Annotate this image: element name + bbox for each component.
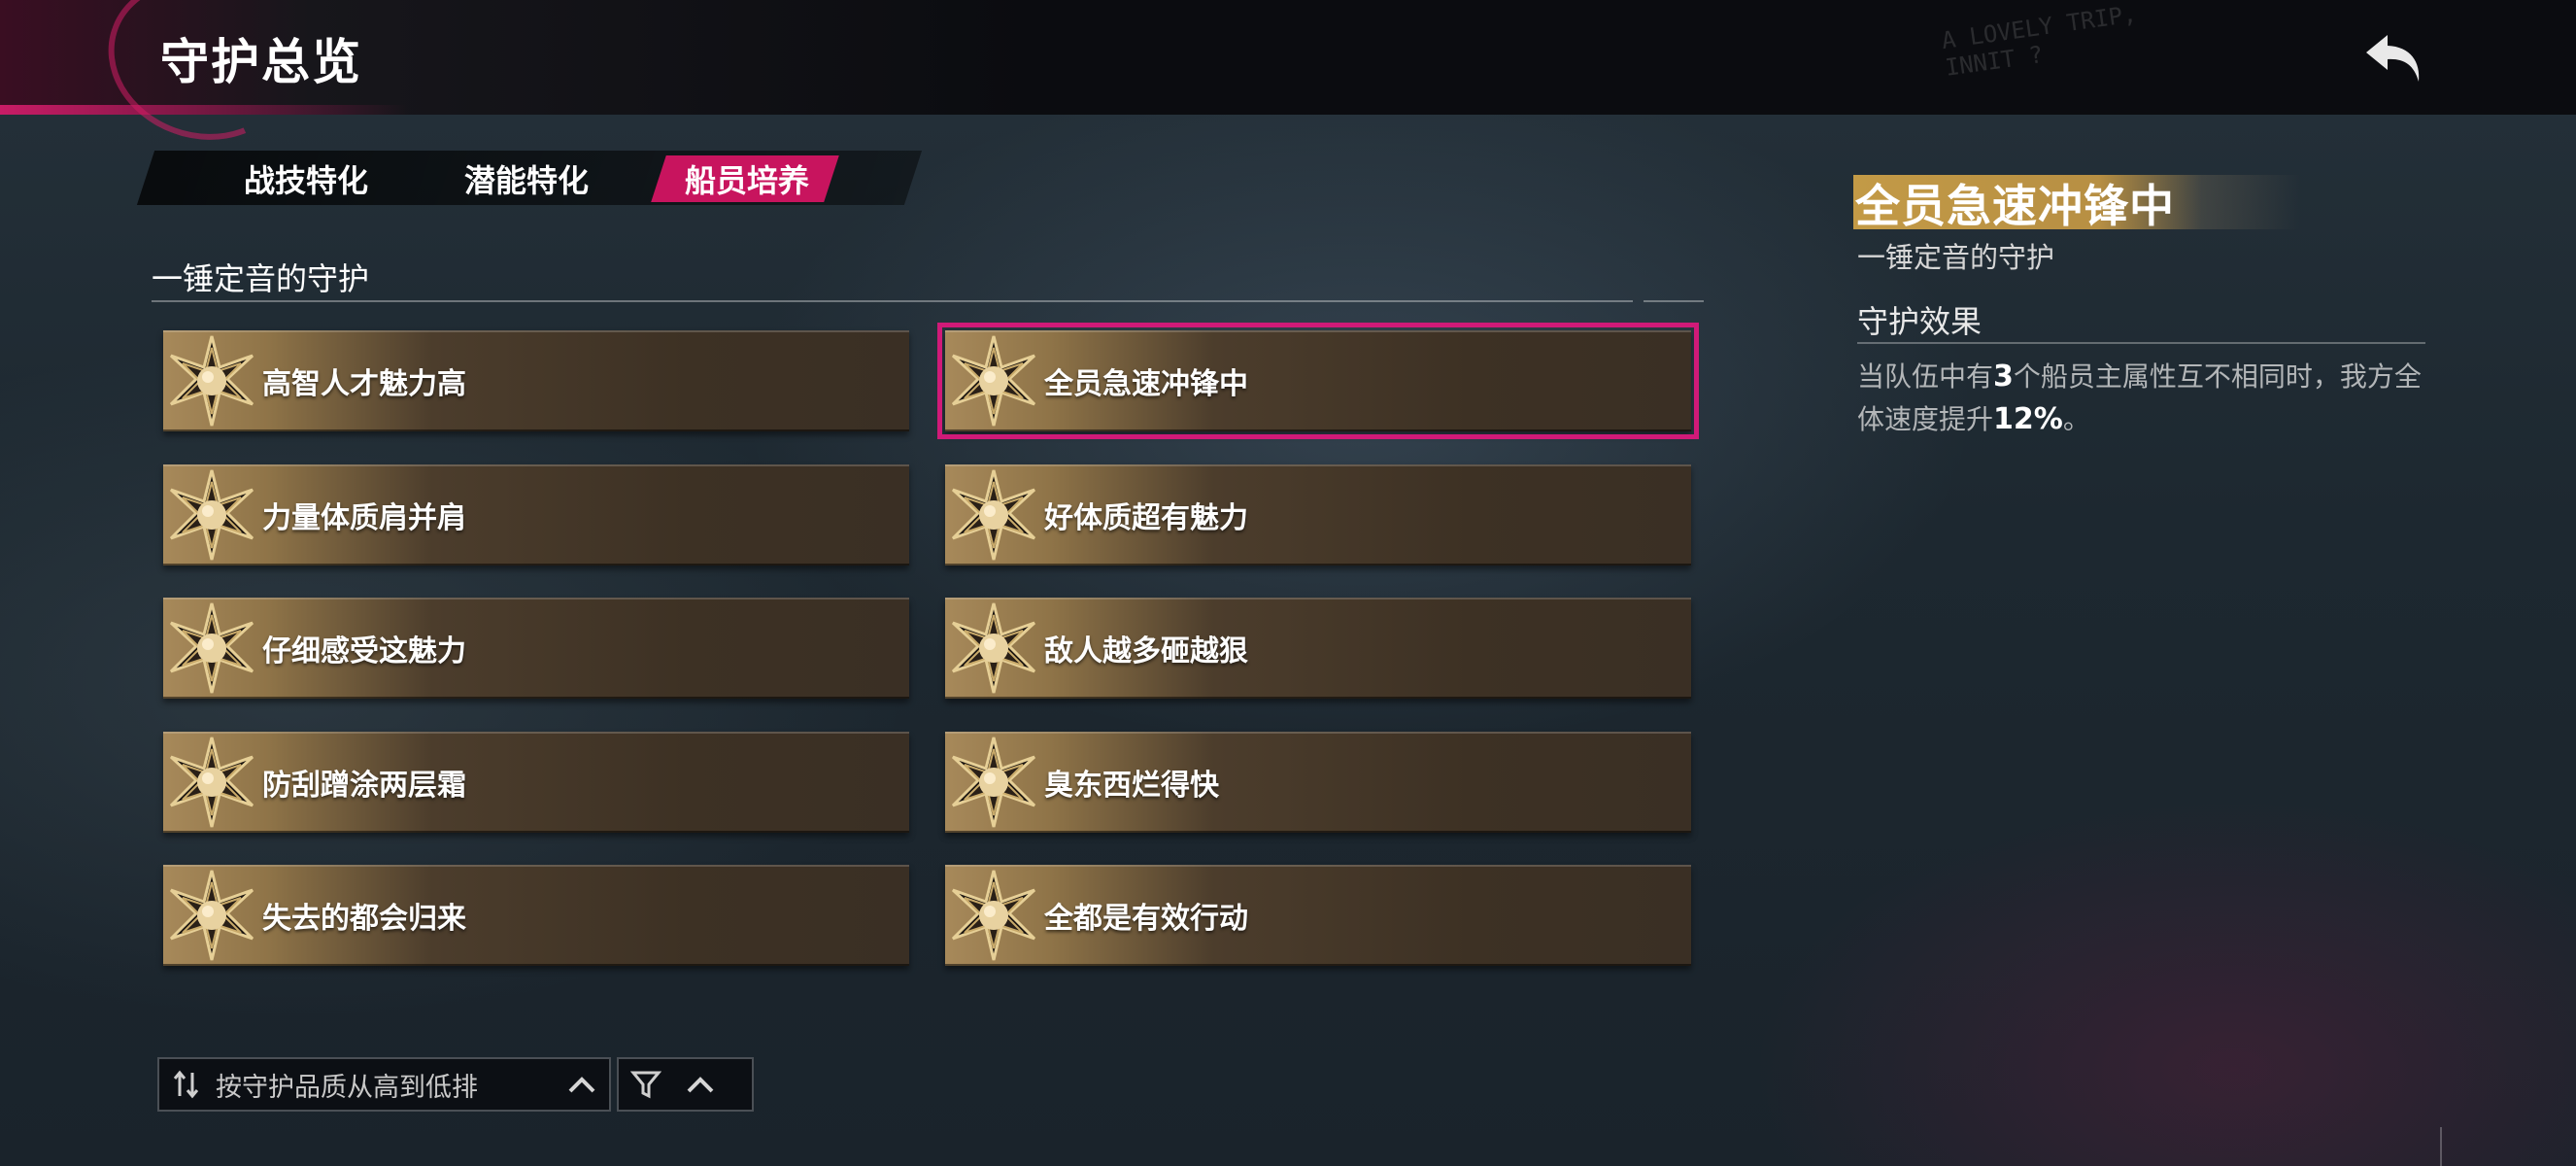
star-emblem-icon <box>947 869 1040 962</box>
guard-card[interactable]: 防刮蹭涂两层霜 <box>163 731 909 833</box>
star-emblem-icon <box>165 334 258 428</box>
corner-divider <box>2440 1127 2442 1166</box>
guard-card[interactable]: 高智人才魅力高 <box>163 330 909 431</box>
back-button[interactable] <box>2351 21 2438 95</box>
guard-card[interactable]: 全都是有效行动 <box>945 865 1691 966</box>
sort-label: 按守护品质从高到低排 <box>216 1072 478 1103</box>
guard-card-label: 好体质超有魅力 <box>1044 500 1248 535</box>
sort-icon <box>167 1065 206 1104</box>
guard-card[interactable]: 全员急速冲锋中 <box>937 323 1699 439</box>
guard-card[interactable]: 力量体质肩并肩 <box>163 463 909 566</box>
effect-text-part-1: 当队伍中有 <box>1857 360 1994 393</box>
guard-card-label: 全都是有效行动 <box>1044 902 1248 936</box>
detail-title: 全员急速冲锋中 <box>1855 180 2175 232</box>
star-emblem-icon <box>165 468 258 562</box>
top-bar <box>0 0 2576 115</box>
page-title: 守护总览 <box>160 34 362 90</box>
guard-card[interactable]: 敌人越多砸越狠 <box>945 598 1691 699</box>
guard-card-label: 防刮蹭涂两层霜 <box>262 768 466 803</box>
star-emblem-icon <box>947 468 1040 562</box>
chevron-up-icon[interactable] <box>555 1059 609 1110</box>
star-emblem-icon <box>947 334 1040 428</box>
star-emblem-icon <box>165 736 258 829</box>
guard-card-label: 全员急速冲锋中 <box>1044 367 1248 401</box>
effect-text-part-3: 。 <box>2062 403 2090 435</box>
back-arrow-icon <box>2366 35 2420 82</box>
section-divider <box>152 300 1633 302</box>
effect-number-1: 3 <box>1993 360 2014 394</box>
filter-button[interactable] <box>617 1057 754 1112</box>
tab-crew-training[interactable]: 船员培养 <box>674 157 820 200</box>
guard-card-label: 高智人才魅力高 <box>262 367 466 401</box>
filter-icon <box>619 1059 673 1110</box>
guard-card[interactable]: 失去的都会归来 <box>163 865 909 966</box>
guard-card-label: 失去的都会归来 <box>262 902 466 936</box>
effect-description: 当队伍中有3个船员主属性互不相同时，我方全体速度提升12%。 <box>1857 356 2440 441</box>
guard-card[interactable]: 臭东西烂得快 <box>945 731 1691 833</box>
effect-number-2: 12% <box>1993 402 2063 436</box>
detail-subtitle: 一锤定音的守护 <box>1857 241 2055 274</box>
section-divider-tail <box>1644 300 1704 302</box>
guard-card-label: 敌人越多砸越狠 <box>1044 634 1248 669</box>
guard-card[interactable]: 好体质超有魅力 <box>945 463 1691 566</box>
section-title: 一锤定音的守护 <box>152 260 370 297</box>
guard-card-label: 力量体质肩并肩 <box>262 500 466 535</box>
effect-title: 守护效果 <box>1857 303 1983 340</box>
tab-combat-specialization[interactable]: 战技特化 <box>233 157 379 200</box>
tab-potential-specialization[interactable]: 潜能特化 <box>454 157 599 200</box>
chevron-up-icon[interactable] <box>673 1059 728 1110</box>
guard-card-label: 臭东西烂得快 <box>1044 768 1219 803</box>
effect-divider <box>1857 342 2425 344</box>
star-emblem-icon <box>947 736 1040 829</box>
star-emblem-icon <box>165 869 258 962</box>
sort-dropdown[interactable]: 按守护品质从高到低排 <box>157 1057 611 1112</box>
guard-card[interactable]: 仔细感受这魅力 <box>163 598 909 699</box>
star-emblem-icon <box>165 601 258 695</box>
guard-card-label: 仔细感受这魅力 <box>262 634 466 669</box>
star-emblem-icon <box>947 601 1040 695</box>
